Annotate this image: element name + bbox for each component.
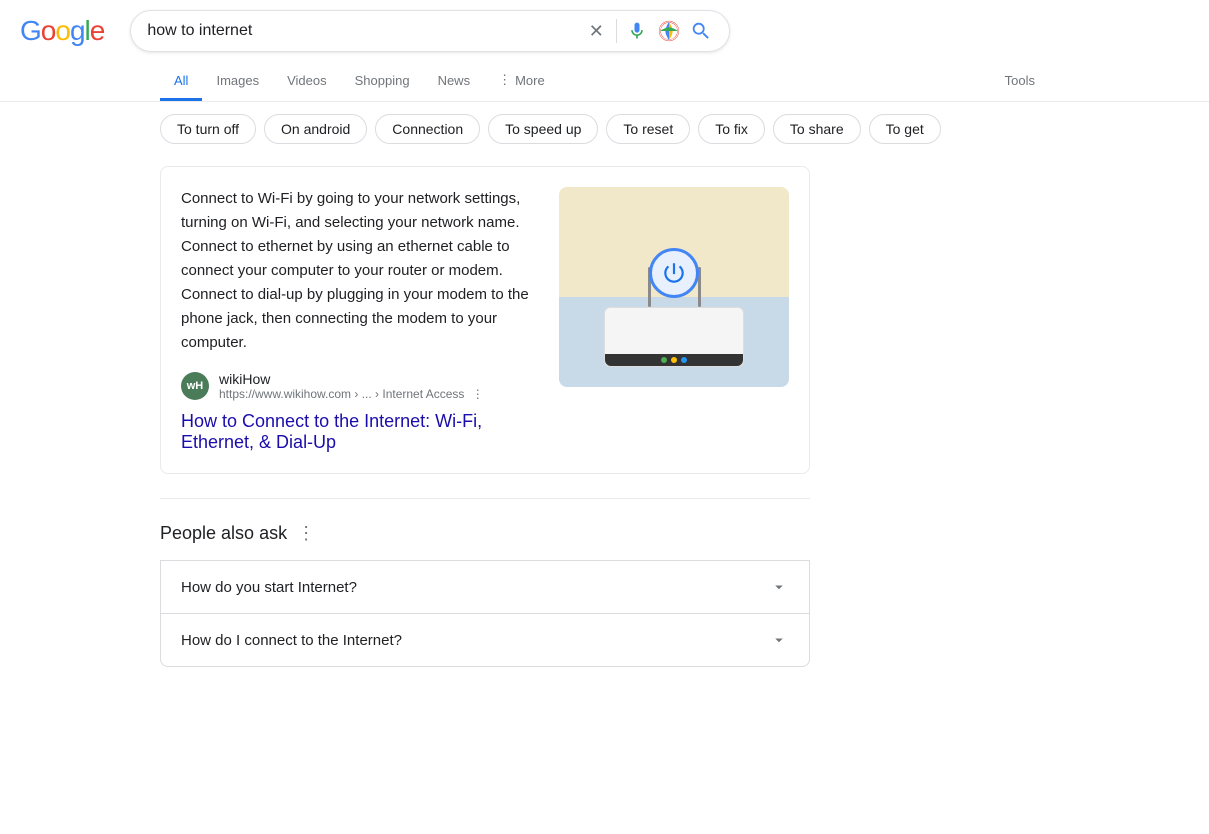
router-body (604, 267, 744, 367)
lens-icon (658, 20, 680, 42)
router-box (604, 307, 744, 367)
chevron-down-icon-2 (769, 630, 789, 650)
search-button[interactable] (689, 19, 713, 43)
more-dots-icon: ⋮ (498, 72, 511, 88)
clear-button[interactable]: ✕ (584, 19, 608, 43)
tab-shopping[interactable]: Shopping (341, 63, 424, 101)
paa-question-text-2: How do I connect to the Internet? (181, 632, 402, 649)
chip-connection[interactable]: Connection (375, 114, 480, 144)
paa-question-2[interactable]: How do I connect to the Internet? (160, 613, 810, 667)
header: Google ✕ (0, 0, 1209, 62)
search-icon (690, 20, 712, 42)
search-bar-icons: ✕ (584, 19, 713, 43)
tab-more[interactable]: ⋮ More (484, 62, 559, 101)
paa-menu-dots[interactable]: ⋮ (297, 523, 315, 544)
tab-news[interactable]: News (424, 63, 485, 101)
led-blue (681, 357, 687, 363)
paa-title: People also ask (160, 523, 287, 544)
router-power-button (649, 248, 699, 298)
source-name: wikiHow (219, 371, 484, 387)
snippet-content: Connect to Wi-Fi by going to your networ… (181, 187, 543, 453)
snippet-text: Connect to Wi-Fi by going to your networ… (181, 187, 543, 355)
router-image (559, 187, 789, 387)
chip-reset[interactable]: To reset (606, 114, 690, 144)
chip-share[interactable]: To share (773, 114, 861, 144)
divider (616, 19, 617, 43)
tab-all[interactable]: All (160, 63, 202, 101)
main-content: Connect to Wi-Fi by going to your networ… (0, 156, 1209, 667)
voice-search-button[interactable] (625, 19, 649, 43)
chips-container: To turn off On android Connection To spe… (0, 102, 1209, 156)
tab-tools[interactable]: Tools (991, 63, 1049, 101)
source-info: wikiHow https://www.wikihow.com › ... › … (219, 371, 484, 401)
source-row: wH wikiHow https://www.wikihow.com › ...… (181, 371, 543, 401)
router-illustration (559, 187, 789, 387)
close-icon: ✕ (589, 21, 604, 42)
lens-button[interactable] (657, 19, 681, 43)
chip-get[interactable]: To get (869, 114, 941, 144)
tab-images[interactable]: Images (202, 63, 273, 101)
divider (160, 498, 810, 499)
led-green (661, 357, 667, 363)
paa-header: People also ask ⋮ (160, 523, 810, 544)
chip-fix[interactable]: To fix (698, 114, 765, 144)
chevron-down-icon-1 (769, 577, 789, 597)
search-bar: ✕ (130, 10, 730, 52)
chip-turn-off[interactable]: To turn off (160, 114, 256, 144)
router-bottom-bar (605, 354, 743, 366)
chip-android[interactable]: On android (264, 114, 367, 144)
source-url: https://www.wikihow.com › ... › Internet… (219, 387, 484, 401)
led-yellow (671, 357, 677, 363)
results-column: Connect to Wi-Fi by going to your networ… (160, 156, 810, 667)
search-input[interactable] (147, 22, 574, 40)
paa-question-1[interactable]: How do you start Internet? (160, 560, 810, 613)
mic-icon (627, 21, 647, 41)
result-link[interactable]: How to Connect to the Internet: Wi-Fi, E… (181, 411, 543, 453)
nav-tabs: All Images Videos Shopping News ⋮ More T… (0, 62, 1209, 102)
google-logo[interactable]: Google (20, 15, 104, 47)
source-menu-dots[interactable]: ⋮ (472, 387, 484, 401)
people-also-ask-section: People also ask ⋮ How do you start Inter… (160, 523, 810, 667)
featured-snippet: Connect to Wi-Fi by going to your networ… (160, 166, 810, 474)
paa-question-text-1: How do you start Internet? (181, 579, 357, 596)
source-favicon: wH (181, 372, 209, 400)
chip-speed-up[interactable]: To speed up (488, 114, 598, 144)
tab-videos[interactable]: Videos (273, 63, 341, 101)
